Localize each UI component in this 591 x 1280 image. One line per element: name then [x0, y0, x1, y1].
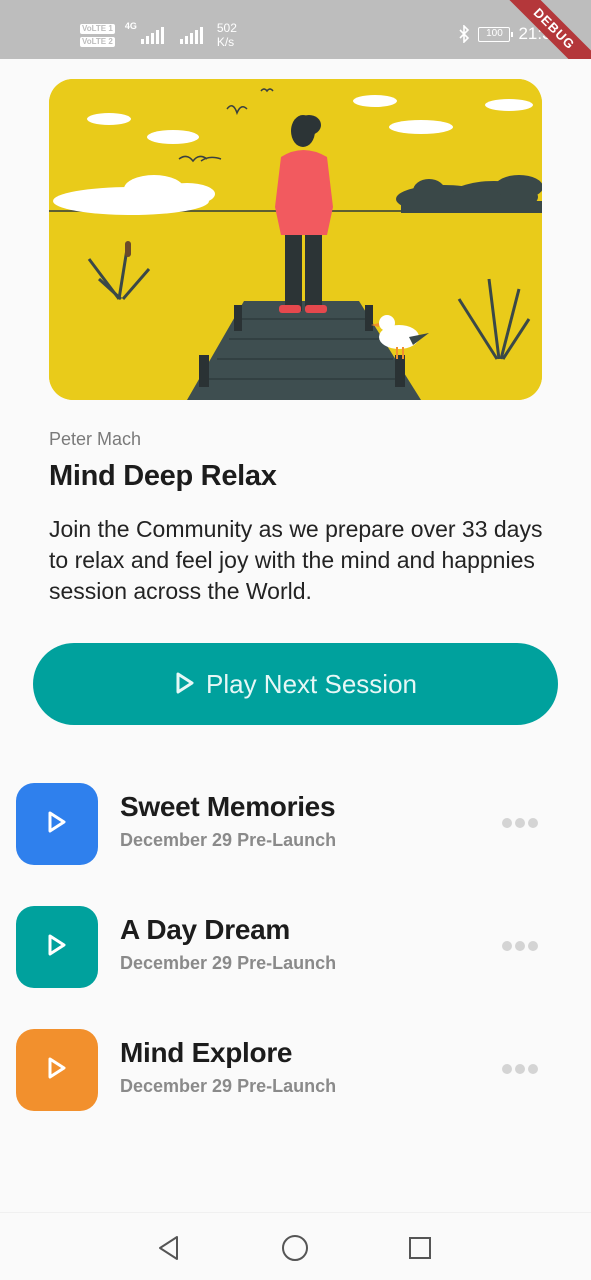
bluetooth-icon	[458, 25, 470, 43]
signal-1-icon	[140, 26, 164, 44]
session-play-button[interactable]	[16, 906, 98, 988]
status-left: VoLTE 1 VoLTE 2 4G 502 K/s	[80, 18, 237, 52]
more-options-icon[interactable]	[502, 813, 542, 833]
play-outline-icon	[174, 671, 196, 698]
network-speed: 502 K/s	[216, 21, 237, 49]
network-type: 4G	[124, 21, 137, 31]
home-circle-icon[interactable]	[278, 1231, 312, 1265]
signal-2-icon	[179, 26, 203, 44]
more-options-icon[interactable]	[502, 936, 542, 956]
play-icon	[46, 1056, 68, 1085]
volte-1-badge: VoLTE 1	[80, 23, 115, 34]
session-play-button[interactable]	[16, 1029, 98, 1111]
session-item-sweet-memories[interactable]: Sweet Memories December 29 Pre-Launch	[16, 783, 576, 865]
session-subtitle: December 29 Pre-Launch	[120, 1076, 337, 1096]
hero-illustration	[49, 79, 542, 400]
program-description: Join the Community as we prepare over 33…	[49, 516, 543, 604]
play-next-session-button[interactable]: Play Next Session	[33, 643, 558, 725]
volte-indicators: VoLTE 1 VoLTE 2	[80, 23, 115, 47]
session-title: Sweet Memories	[120, 791, 336, 822]
play-next-session-label: Play Next Session	[206, 668, 417, 699]
play-icon	[46, 933, 68, 962]
more-options-icon[interactable]	[502, 1059, 542, 1079]
back-triangle-icon[interactable]	[152, 1231, 186, 1265]
session-title: A Day Dream	[120, 914, 290, 945]
status-bar: VoLTE 1 VoLTE 2 4G 502 K/s 100 21:33 DEB…	[0, 0, 591, 59]
volte-2-badge: VoLTE 2	[80, 36, 115, 47]
system-nav-bar	[0, 1212, 591, 1280]
author-name: Peter Mach	[49, 429, 142, 449]
program-title: Mind Deep Relax	[49, 460, 277, 492]
session-item-a-day-dream[interactable]: A Day Dream December 29 Pre-Launch	[16, 906, 576, 988]
play-icon	[46, 810, 68, 839]
session-subtitle: December 29 Pre-Launch	[120, 830, 337, 850]
recents-square-icon[interactable]	[403, 1231, 437, 1265]
battery-icon: 100	[478, 26, 514, 42]
session-play-button[interactable]	[16, 783, 98, 865]
session-title: Mind Explore	[120, 1037, 293, 1068]
session-subtitle: December 29 Pre-Launch	[120, 953, 337, 973]
session-item-mind-explore[interactable]: Mind Explore December 29 Pre-Launch	[16, 1029, 576, 1111]
lake-pier-illustration	[49, 79, 542, 400]
